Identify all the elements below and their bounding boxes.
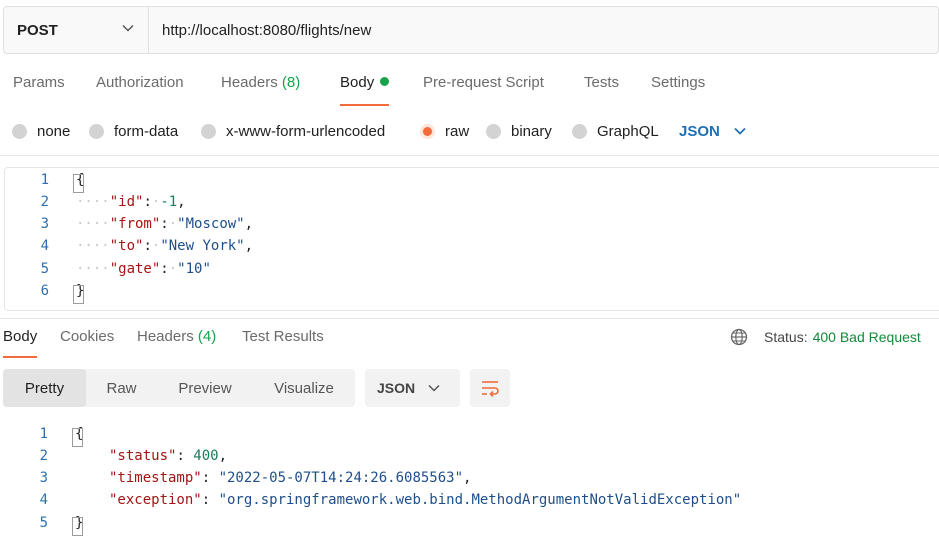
radio-urlencoded-label: x-www-form-urlencoded xyxy=(226,122,386,140)
line-number: 1 xyxy=(40,172,49,188)
radio-form-data[interactable]: form-data xyxy=(89,120,178,142)
radio-binary-label: binary xyxy=(511,122,552,140)
url-input[interactable]: http://localhost:8080/flights/new xyxy=(149,7,371,53)
json-key: "exception" xyxy=(109,492,202,508)
radio-circle-icon xyxy=(572,123,587,139)
response-tab-headers[interactable]: Headers (4) xyxy=(137,328,216,358)
tab-tests[interactable]: Tests xyxy=(584,74,619,106)
json-value: "org.springframework.web.bind.MethodArgu… xyxy=(218,492,742,508)
tab-authorization[interactable]: Authorization xyxy=(96,74,184,106)
response-tab-body[interactable]: Body xyxy=(3,328,38,358)
status-label: Status: xyxy=(764,329,808,345)
radio-raw[interactable]: raw xyxy=(420,120,469,142)
radio-urlencoded[interactable]: x-www-form-urlencoded xyxy=(201,120,385,142)
indent-whitespace: ···· xyxy=(76,261,110,277)
line-number: 3 xyxy=(40,216,49,232)
view-pretty[interactable]: Pretty xyxy=(3,369,86,407)
line-number: 3 xyxy=(39,470,48,486)
indent-whitespace: ···· xyxy=(76,238,110,254)
json-key: "status" xyxy=(109,448,177,464)
json-value: 400 xyxy=(193,448,219,464)
response-body-viewer[interactable]: 1{ 2 "status": 400, 3 "timestamp": "2022-0… xyxy=(4,423,939,538)
json-key: "from" xyxy=(109,216,161,232)
language-label: JSON xyxy=(679,122,720,140)
response-headers-count-badge: (4) xyxy=(197,328,217,345)
chevron-down-icon xyxy=(734,127,746,135)
radio-graphql[interactable]: GraphQL xyxy=(572,120,659,142)
chevron-down-icon xyxy=(122,24,134,32)
radio-none-label: none xyxy=(37,122,71,140)
tab-prerequest-script[interactable]: Pre-request Script xyxy=(423,74,544,106)
url-text: http://localhost:8080/flights/new xyxy=(162,21,372,39)
tab-headers[interactable]: Headers (8) xyxy=(221,74,300,106)
line-number: 2 xyxy=(39,448,48,464)
response-status: Status: 400 Bad Request xyxy=(730,328,921,346)
chevron-down-icon xyxy=(428,384,440,392)
wrap-lines-button[interactable] xyxy=(470,369,510,407)
language-select[interactable]: JSON xyxy=(679,120,746,142)
response-tab-cookies[interactable]: Cookies xyxy=(60,328,114,358)
radio-raw-label: raw xyxy=(445,122,470,140)
radio-binary[interactable]: binary xyxy=(486,120,552,142)
tab-settings[interactable]: Settings xyxy=(651,74,705,106)
response-format-select[interactable]: JSON xyxy=(365,369,460,407)
line-number: 2 xyxy=(40,194,49,210)
view-raw[interactable]: Raw xyxy=(86,369,157,407)
request-url-bar: POST http://localhost:8080/flights/new xyxy=(3,6,939,54)
radio-form-data-label: form-data xyxy=(114,122,179,140)
modified-dot-icon xyxy=(380,77,390,86)
view-mode-selector: Pretty Raw Preview Visualize xyxy=(3,369,355,407)
tab-body[interactable]: Body xyxy=(340,74,390,106)
line-number: 4 xyxy=(40,238,49,254)
line-number: 6 xyxy=(40,283,49,299)
close-brace: } xyxy=(75,515,84,531)
globe-icon[interactable] xyxy=(730,328,748,346)
line-number: 1 xyxy=(39,426,48,442)
status-value[interactable]: 400 Bad Request xyxy=(813,329,921,345)
open-brace: { xyxy=(76,172,85,188)
radio-circle-icon xyxy=(201,123,216,139)
headers-count-badge: (8) xyxy=(281,74,301,91)
radio-circle-icon xyxy=(89,123,104,139)
method-label: POST xyxy=(17,21,58,39)
line-number: 4 xyxy=(39,492,48,508)
json-key: "gate" xyxy=(109,261,161,277)
open-brace: { xyxy=(75,426,84,442)
response-tab-test-results[interactable]: Test Results xyxy=(242,328,324,358)
divider xyxy=(0,155,939,156)
format-label: JSON xyxy=(377,380,416,396)
json-value: "2022-05-07T14:24:26.6085563" xyxy=(218,470,464,486)
json-value: "Moscow" xyxy=(177,216,245,232)
json-key: "timestamp" xyxy=(109,470,202,486)
json-value: -1 xyxy=(160,194,178,210)
radio-selected-icon xyxy=(420,123,435,139)
wrap-lines-icon xyxy=(482,381,499,397)
radio-circle-icon xyxy=(12,123,27,139)
close-brace: } xyxy=(76,283,85,299)
request-body-editor[interactable]: 1{ 2 ····"id":·-1, 3 ····"from":·"Moscow",… xyxy=(4,167,939,311)
method-select[interactable]: POST xyxy=(4,7,149,53)
indent-whitespace: ···· xyxy=(76,216,110,232)
tab-params[interactable]: Params xyxy=(13,74,65,106)
divider xyxy=(0,318,939,319)
tab-body-label: Body xyxy=(340,74,375,91)
json-key: "id" xyxy=(109,194,144,210)
tab-headers-label: Headers xyxy=(221,74,278,91)
indent-whitespace: ···· xyxy=(76,194,110,210)
line-number: 5 xyxy=(40,261,49,277)
radio-circle-icon xyxy=(486,123,501,139)
line-number: 5 xyxy=(39,515,48,531)
json-value: "New York" xyxy=(160,238,245,254)
radio-graphql-label: GraphQL xyxy=(597,122,659,140)
json-key: "to" xyxy=(109,238,144,254)
view-visualize[interactable]: Visualize xyxy=(253,369,355,407)
json-value: "10" xyxy=(177,261,211,277)
radio-none[interactable]: none xyxy=(12,120,70,142)
response-tab-headers-label: Headers xyxy=(137,328,194,345)
view-preview[interactable]: Preview xyxy=(157,369,253,407)
